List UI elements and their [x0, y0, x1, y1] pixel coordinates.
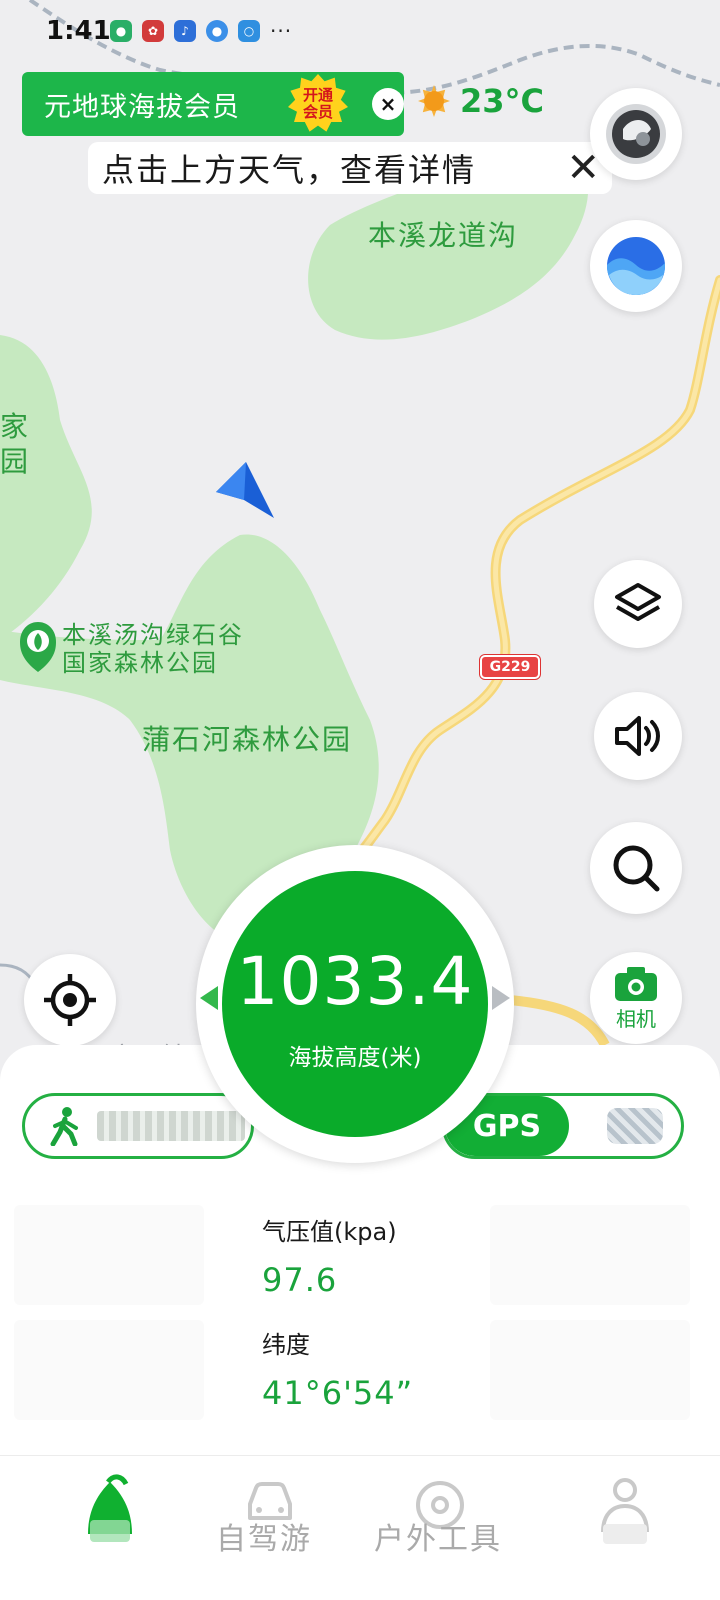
- open-membership-badge[interactable]: 开通 会员: [288, 74, 348, 134]
- latitude-label: 纬度: [262, 1331, 310, 1359]
- voice-button[interactable]: [594, 692, 682, 780]
- walking-person-icon: [50, 1107, 78, 1146]
- badge-line2: 会员: [302, 103, 333, 121]
- wave-icon: [607, 237, 665, 295]
- search-button[interactable]: [590, 822, 682, 914]
- more-notifications-icon: ···: [270, 19, 293, 43]
- tab-outdoor-tools[interactable]: 户外工具: [372, 1456, 522, 1600]
- tab-self-drive[interactable]: 自驾游: [200, 1456, 340, 1600]
- blurred-stat-right-1: [490, 1205, 690, 1305]
- sun-icon: [418, 85, 450, 117]
- tab-label-outdoor-tools: 户外工具: [374, 1522, 502, 1557]
- layers-icon: [615, 583, 661, 621]
- status-time: 1:41: [46, 16, 111, 46]
- search-app-icon: ○: [238, 20, 260, 42]
- tab-profile[interactable]: [560, 1456, 690, 1600]
- camera-icon: [615, 966, 657, 1001]
- map-label-ravine: 本溪龙道沟: [368, 219, 519, 252]
- weather-widget[interactable]: 23°C: [418, 82, 544, 120]
- status-notification-icons: ● ✿ ♪ ● ○ ···: [110, 19, 293, 43]
- wechat-icon: ●: [110, 20, 132, 42]
- altitude-home-icon: [88, 1474, 132, 1542]
- gauge-right-arrow-icon[interactable]: [492, 986, 510, 1010]
- forest-area-left: [0, 335, 92, 640]
- blurred-stat-left-1: [14, 1205, 204, 1305]
- music-icon: ♪: [174, 20, 196, 42]
- weather-temperature: 23°C: [460, 82, 545, 120]
- avatar-button[interactable]: [590, 88, 682, 180]
- pressure-label: 气压值(kpa): [262, 1218, 397, 1246]
- camera-label: 相机: [616, 1006, 656, 1031]
- badge-line1: 开通: [302, 86, 333, 104]
- altitude-label: 海拔高度(米): [288, 1044, 422, 1071]
- weather-tip-text: 点击上方天气，查看详情: [102, 151, 477, 189]
- map-label-park-line1[interactable]: 本溪汤沟绿石谷: [62, 620, 244, 650]
- map-label-park-line2[interactable]: 国家森林公园: [62, 648, 218, 678]
- current-location-arrow: [216, 462, 274, 518]
- crosshair-icon: [44, 974, 96, 1026]
- blurred-step-info: [97, 1111, 245, 1141]
- blurred-toggle-option: [607, 1108, 663, 1144]
- latitude-stat: 纬度 41°6'54”: [262, 1325, 413, 1412]
- avatar-icon: [606, 104, 666, 164]
- road-shield-g229: G229: [480, 655, 540, 679]
- wave-app-button[interactable]: [590, 220, 682, 312]
- status-bar: 1:41 ● ✿ ♪ ● ○ ···: [0, 0, 720, 62]
- tab-label-self-drive: 自驾游: [216, 1522, 312, 1557]
- bottom-tab-bar: 自驾游 户外工具: [0, 1455, 720, 1600]
- close-icon[interactable]: ×: [372, 88, 404, 120]
- browser-icon: ●: [206, 20, 228, 42]
- tab-altitude[interactable]: [40, 1456, 180, 1600]
- speaker-icon: [615, 716, 660, 756]
- latitude-value: 41°6'54”: [262, 1374, 414, 1412]
- app-red-icon: ✿: [142, 20, 164, 42]
- profile-icon: [601, 1478, 649, 1544]
- altitude-gauge[interactable]: 1033.4 海拔高度(米): [196, 845, 514, 1163]
- pressure-value: 97.6: [262, 1261, 338, 1299]
- blurred-stat-left-2: [14, 1320, 204, 1420]
- gauge-left-arrow-icon[interactable]: [200, 986, 218, 1010]
- altitude-display: 1033.4 海拔高度(米): [222, 871, 488, 1137]
- map-label-left-edge-2: 园: [0, 445, 31, 478]
- locate-me-button[interactable]: [24, 954, 116, 1046]
- camera-button[interactable]: 相机: [590, 952, 682, 1044]
- map-label-left-edge-1: 家: [0, 410, 31, 443]
- layers-button[interactable]: [594, 560, 682, 648]
- search-icon: [613, 845, 660, 892]
- map-label-forest-park: 蒲石河森林公园: [142, 723, 353, 756]
- blurred-stat-right-2: [490, 1320, 690, 1420]
- pressure-stat: 气压值(kpa) 97.6: [262, 1212, 397, 1299]
- altitude-value: 1033.4: [236, 942, 474, 1020]
- member-banner[interactable]: 元地球海拔会员 开通 会员 ×: [22, 72, 404, 136]
- weather-tip: 点击上方天气，查看详情 ✕: [88, 142, 612, 194]
- member-banner-text: 元地球海拔会员: [44, 91, 240, 123]
- walk-mode-pill[interactable]: [22, 1093, 254, 1159]
